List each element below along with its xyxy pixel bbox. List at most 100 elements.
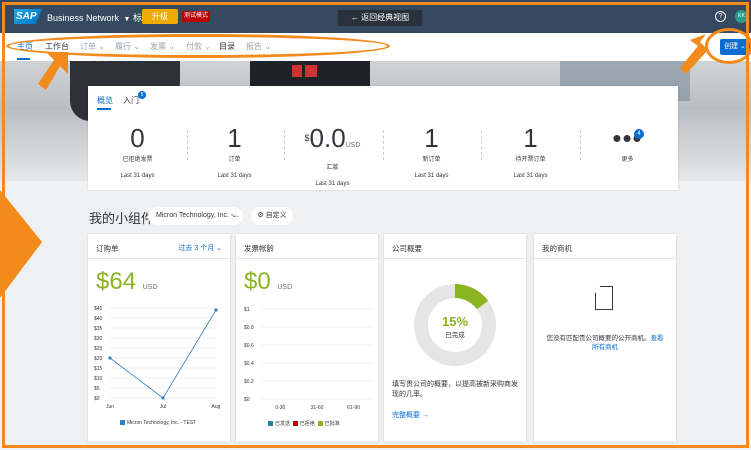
hero-decoration bbox=[305, 65, 317, 77]
y-tick-label: $40 bbox=[94, 316, 103, 322]
active-tab-indicator bbox=[97, 108, 111, 110]
hero-decoration bbox=[292, 65, 302, 77]
kpi-rejected-invoices[interactable]: 0 已拒绝发票 Last 31 days bbox=[88, 124, 187, 179]
y-tick-label: $0 bbox=[94, 396, 100, 402]
kpi-value: 1 bbox=[227, 123, 242, 153]
highlight-ellipse bbox=[705, 28, 751, 64]
legend-swatch bbox=[268, 421, 273, 427]
complete-profile-link[interactable]: 完整概要 → bbox=[392, 410, 429, 420]
kpi-label: 新订单 bbox=[422, 157, 441, 163]
tab-overview[interactable]: 概览 bbox=[97, 95, 113, 106]
legend-swatch bbox=[120, 420, 125, 426]
po-line-chart: $45 $40 $35 $30 $25 $20 $15 $10 $5 $0 Jun Jul Aug bbox=[94, 306, 221, 410]
y-tick-label: $30 bbox=[94, 336, 103, 342]
x-tick-label: Aug bbox=[212, 404, 221, 410]
data-point bbox=[161, 396, 165, 400]
data-point bbox=[214, 308, 218, 312]
kpi-value: 1 bbox=[523, 123, 538, 153]
y-tick-label: $0.4 bbox=[244, 361, 254, 367]
profile-percent: 15% bbox=[441, 314, 469, 329]
y-tick-label: $20 bbox=[94, 356, 103, 362]
highlight-arrow bbox=[680, 34, 708, 74]
profile-percent-label: 已完成 bbox=[445, 332, 465, 339]
kpi-unit: USD bbox=[345, 142, 361, 149]
kpi-period: Last 31 days bbox=[217, 173, 252, 179]
brand-name: Business Network bbox=[47, 13, 120, 23]
opportunities-text: 您没有匹配贵公司概要的公开商机。 bbox=[546, 335, 651, 342]
more-badge: 4 bbox=[634, 129, 644, 139]
x-tick-label: 31-60 bbox=[311, 405, 324, 411]
y-tick-label: $1 bbox=[244, 307, 250, 313]
legend-label: Micron Technology, Inc. - TEST bbox=[127, 420, 197, 426]
overview-card: 概览 入门 5 0 已拒绝发票 Last 31 days 1 订单 Last 3… bbox=[88, 86, 678, 190]
customize-button[interactable]: ⚙ 自定义 bbox=[251, 207, 293, 225]
kpi-orders-to-invoice[interactable]: 1 待开票订单 Last 31 days bbox=[481, 124, 580, 179]
y-tick-label: $45 bbox=[94, 306, 103, 312]
customize-label: 自定义 bbox=[265, 212, 287, 219]
y-tick-label: $15 bbox=[94, 366, 103, 372]
legend-label: 已拒绝 bbox=[299, 421, 315, 427]
kpi-orders[interactable]: 1 订单 Last 31 days bbox=[185, 124, 284, 179]
test-mode-badge: 测试模式 bbox=[182, 11, 210, 22]
y-tick-label: $10 bbox=[94, 376, 103, 382]
legend-label: 已发送 bbox=[275, 421, 291, 427]
kpi-label: 汇款 bbox=[326, 165, 339, 171]
kpi-label: 待开票订单 bbox=[515, 157, 546, 163]
donut-slice bbox=[454, 284, 489, 310]
x-tick-label: 61-90 bbox=[347, 405, 360, 411]
kpi-period: Last 31 days bbox=[513, 173, 548, 179]
data-point bbox=[108, 356, 112, 360]
active-nav-indicator bbox=[17, 58, 30, 60]
chevron-down-icon: ⌄ bbox=[231, 212, 237, 219]
kpi-value: $0.0USD bbox=[283, 124, 382, 160]
widget-opportunities: 我的商机 您没有匹配贵公司概要的公开商机。查看所有商机 bbox=[534, 234, 676, 442]
onboarding-badge: 5 bbox=[138, 91, 146, 99]
y-tick-label: $0.6 bbox=[244, 343, 254, 349]
highlight-arrow bbox=[0, 190, 42, 298]
kpi-more[interactable]: ••• 4 更多 bbox=[578, 124, 677, 163]
settings-icon: ⚙ bbox=[257, 212, 264, 219]
document-icon bbox=[595, 286, 613, 310]
widget-invoice-aging: 发票帐龄 $0 USD $1 $0.8 $0.6 $0.4 $0.2 $0 0-30 31-6… bbox=[236, 234, 378, 442]
x-tick-label: Jul bbox=[160, 404, 166, 410]
aging-bar-chart: $1 $0.8 $0.6 $0.4 $0.2 $0 0-30 31-60 61-90 bbox=[244, 307, 372, 411]
chart-legend: 已发送 已拒绝 已批准 bbox=[268, 420, 340, 427]
more-icon: ••• bbox=[612, 123, 643, 153]
kpi-remittances[interactable]: $0.0USD 汇款 Last 31 days bbox=[283, 124, 382, 187]
shell-bar: SAP Business Network ▼ 标准帐户 升级 测试模式 ← 返回… bbox=[0, 0, 751, 33]
y-tick-label: $0 bbox=[244, 397, 250, 403]
kpi-period: Last 31 days bbox=[120, 173, 155, 179]
avatar[interactable]: KK bbox=[735, 10, 748, 23]
legend-swatch bbox=[292, 421, 298, 427]
legend-swatch bbox=[317, 421, 323, 427]
widget-purchase-orders: 订购单 过去 3 个月 ⌄ $64 USD $45 $40 $35 $30 $25 $20… bbox=[88, 234, 230, 442]
kpi-period: Last 31 days bbox=[414, 173, 449, 179]
chevron-down-icon: ▼ bbox=[123, 16, 131, 23]
y-tick-label: $0.2 bbox=[244, 379, 254, 385]
y-tick-label: $5 bbox=[94, 386, 100, 392]
help-icon[interactable]: ? bbox=[715, 11, 726, 22]
company-select[interactable]: Micron Technology, Inc. -... ⌄ bbox=[148, 207, 243, 225]
x-tick-label: 0-30 bbox=[275, 405, 285, 411]
y-tick-label: $35 bbox=[94, 326, 103, 332]
kpi-label: 订单 bbox=[228, 157, 241, 163]
tab-onboarding[interactable]: 入门 bbox=[123, 95, 139, 106]
kpi-period: Last 31 days bbox=[315, 181, 350, 187]
x-tick-label: Jun bbox=[106, 404, 114, 410]
y-tick-label: $25 bbox=[94, 346, 103, 352]
kpi-new-orders[interactable]: 1 新订单 Last 31 days bbox=[382, 124, 481, 179]
widgets-title: 我的小组件 bbox=[89, 211, 155, 226]
widget-title: 我的商机 bbox=[542, 244, 572, 253]
opportunities-message: 您没有匹配贵公司概要的公开商机。查看所有商机 bbox=[544, 334, 666, 352]
company-select-value: Micron Technology, Inc. -... bbox=[156, 212, 239, 219]
chart-legend: Micron Technology, Inc. - TEST bbox=[120, 420, 196, 426]
sap-logo[interactable]: SAP bbox=[14, 9, 42, 24]
kpi-label: 已拒绝发票 bbox=[122, 157, 153, 163]
series-line bbox=[109, 309, 217, 399]
divider bbox=[534, 258, 676, 259]
kpi-value: 0 bbox=[130, 123, 145, 153]
widget-company-profile: 公司概要 15% 已完成 填写贵公司的概要，以提高被新采购商发现的几率。 完整概… bbox=[384, 234, 526, 442]
highlight-arrow bbox=[38, 52, 68, 90]
upgrade-button[interactable]: 升级 bbox=[142, 9, 178, 24]
classic-view-button[interactable]: ← 返回经典视图 bbox=[338, 10, 422, 26]
